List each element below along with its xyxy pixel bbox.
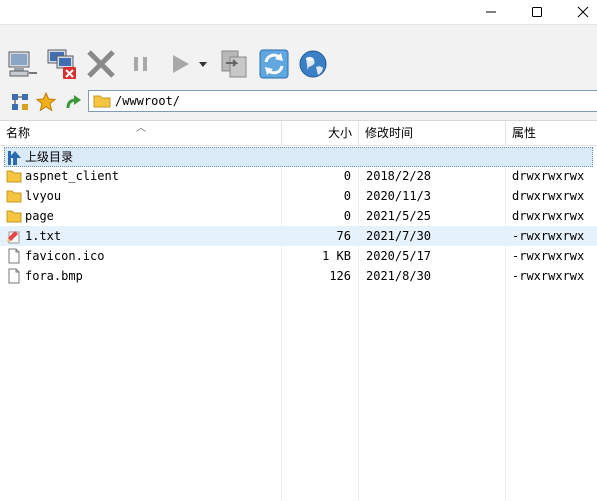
file-list: 上级目录 aspnet_client 0 2018/2/28 drwxrwxrw…	[0, 145, 597, 501]
pause-icon[interactable]	[124, 47, 158, 81]
column-header: 名称 ︿ 大小 修改时间 属性	[0, 121, 597, 146]
maximize-button[interactable]	[514, 0, 560, 24]
file-date: 2020/5/17	[366, 249, 432, 263]
file-name: lvyou	[25, 189, 62, 203]
file-date: 2021/5/25	[366, 209, 432, 223]
copy-file-icon[interactable]	[218, 47, 252, 81]
connect-icon[interactable]	[6, 47, 40, 81]
view-mode-icon[interactable]	[10, 92, 30, 112]
file-attributes: drwxrwxrwx	[512, 189, 585, 203]
close-button[interactable]	[560, 0, 597, 24]
address-bar: /wwwroot/	[0, 84, 597, 121]
file-name: 1.txt	[25, 229, 62, 243]
file-size: 76	[336, 229, 351, 243]
file-row[interactable]: fora.bmp 126 2021/8/30 -rwxrwxrwx	[0, 266, 597, 286]
minimize-button[interactable]	[468, 0, 514, 24]
globe-icon[interactable]	[296, 47, 330, 81]
column-date-label: 修改时间	[365, 126, 414, 140]
file-row[interactable]: 1.txt 76 2021/7/30 -rwxrwxrwx	[0, 226, 597, 246]
file-date: 2018/2/28	[366, 169, 432, 183]
file-size: 0	[343, 169, 351, 183]
file-attributes: drwxrwxrwx	[512, 169, 585, 183]
file-row[interactable]: favicon.ico 1 KB 2020/5/17 -rwxrwxrwx	[0, 246, 597, 266]
file-date: 2021/8/30	[366, 269, 432, 283]
column-size[interactable]: 大小	[282, 121, 359, 145]
folder-icon	[93, 95, 111, 108]
file-attributes: drwxrwxrwx	[512, 209, 585, 223]
file-attributes: -rwxrwxrwx	[512, 249, 585, 263]
path-text: /wwwroot/	[115, 94, 181, 108]
disconnect-icon[interactable]	[45, 47, 79, 81]
file-row[interactable]: aspnet_client 0 2018/2/28 drwxrwxrwx	[0, 166, 597, 186]
parent-directory-row[interactable]: 上级目录	[4, 147, 593, 167]
file-attributes: -rwxrwxrwx	[512, 269, 585, 283]
dropdown-arrow-icon[interactable]	[196, 47, 210, 81]
column-name-label: 名称	[6, 126, 31, 140]
file-size: 0	[343, 189, 351, 203]
path-input[interactable]: /wwwroot/	[88, 90, 597, 112]
file-date: 2020/11/3	[366, 189, 432, 203]
column-attributes[interactable]: 属性	[506, 121, 597, 145]
cancel-icon[interactable]	[84, 47, 118, 81]
up-arrow-icon	[8, 151, 21, 165]
up-folder-icon[interactable]	[62, 92, 82, 112]
column-size-label: 大小	[327, 126, 352, 140]
file-row[interactable]: page 0 2021/5/25 drwxrwxrwx	[0, 206, 597, 226]
file-name: fora.bmp	[25, 269, 83, 283]
file-size: 126	[329, 269, 351, 283]
parent-directory-label: 上级目录	[25, 150, 74, 164]
sort-ascending-icon: ︿	[136, 123, 146, 134]
file-size: 0	[343, 209, 351, 223]
title-bar	[0, 0, 597, 24]
file-icon	[8, 268, 20, 284]
folder-icon	[6, 190, 22, 203]
file-icon	[8, 248, 20, 264]
close-icon	[577, 6, 589, 18]
column-attributes-label: 属性	[512, 126, 537, 140]
file-date: 2021/7/30	[366, 229, 432, 243]
play-icon[interactable]	[164, 47, 198, 81]
folder-icon	[6, 210, 22, 223]
minimize-icon	[486, 11, 496, 13]
file-size: 1 KB	[322, 249, 351, 263]
file-name: favicon.ico	[25, 249, 105, 263]
file-attributes: -rwxrwxrwx	[512, 229, 585, 243]
favorites-star-icon[interactable]	[36, 92, 56, 112]
column-date[interactable]: 修改时间	[359, 121, 506, 145]
text-file-icon	[7, 231, 20, 244]
file-name: aspnet_client	[25, 169, 119, 183]
maximize-icon	[532, 7, 542, 17]
refresh-icon[interactable]	[257, 47, 291, 81]
column-name[interactable]: 名称 ︿	[0, 121, 282, 145]
folder-icon	[6, 170, 22, 183]
file-name: page	[25, 209, 54, 223]
toolbar	[0, 24, 597, 85]
file-row[interactable]: lvyou 0 2020/11/3 drwxrwxrwx	[0, 186, 597, 206]
